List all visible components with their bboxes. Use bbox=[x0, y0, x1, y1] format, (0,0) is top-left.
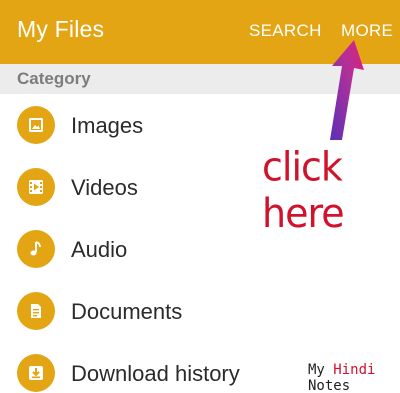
download-icon bbox=[17, 354, 55, 392]
image-icon bbox=[17, 106, 55, 144]
watermark: My Hindi Notes bbox=[308, 362, 400, 393]
item-label-download-history: Download history bbox=[71, 361, 240, 386]
item-label-documents: Documents bbox=[71, 299, 183, 324]
watermark-my: My bbox=[308, 362, 325, 378]
my-files-screen: My Files SEARCH MORE Category Images Vid… bbox=[0, 0, 400, 393]
video-icon bbox=[17, 168, 55, 206]
document-icon bbox=[17, 292, 55, 330]
item-label-videos: Videos bbox=[71, 175, 138, 200]
item-label-images: Images bbox=[71, 113, 144, 138]
arrow-annotation-icon bbox=[330, 40, 364, 140]
watermark-notes: Notes bbox=[308, 378, 351, 393]
music-note-icon bbox=[17, 230, 55, 268]
item-label-audio: Audio bbox=[71, 237, 128, 262]
click-here-annotation: click here bbox=[262, 143, 345, 237]
category-label: Category bbox=[17, 69, 91, 88]
list-item-documents[interactable]: Documents bbox=[0, 280, 400, 342]
page-title: My Files bbox=[17, 16, 105, 42]
watermark-hindi: Hindi bbox=[333, 362, 376, 378]
